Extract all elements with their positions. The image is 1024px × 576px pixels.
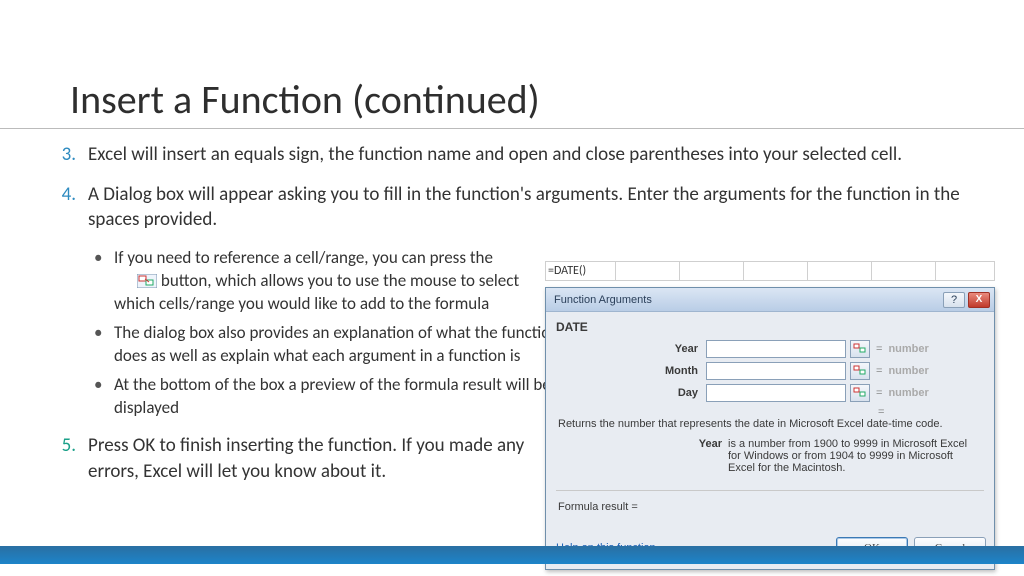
function-name: DATE: [556, 320, 984, 334]
help-icon: ?: [951, 294, 957, 306]
formula-result: Formula result =: [556, 497, 984, 523]
sub-a-post: button, which allows you to use the mous…: [114, 270, 519, 314]
sub-bullet-b: The dialog box also provides an explanat…: [90, 322, 560, 368]
argument-description: Year is a number from 1900 to 9999 in Mi…: [556, 434, 984, 482]
step-number-5: 5.: [50, 433, 76, 459]
function-arguments-dialog: Function Arguments ? X DATE Year = numbe…: [545, 287, 995, 570]
arg-input-year[interactable]: [706, 340, 846, 358]
result-eq: =: [556, 406, 984, 418]
collapse-dialog-button[interactable]: [850, 340, 870, 358]
dialog-titlebar[interactable]: Function Arguments ? X: [546, 288, 994, 312]
equals-sign: =: [876, 343, 882, 355]
collapse-dialog-icon: [853, 365, 867, 377]
step-text-3: Excel will insert an equals sign, the fu…: [88, 143, 902, 166]
step-number-3: 3.: [50, 142, 76, 168]
arg-type-day: number: [888, 387, 928, 399]
help-button[interactable]: ?: [943, 292, 965, 308]
slide-title: Insert a Function (continued): [70, 75, 540, 124]
spreadsheet-cell[interactable]: [680, 262, 744, 280]
spreadsheet-cell[interactable]: [808, 262, 872, 280]
sub-a-pre: If you need to reference a cell/range, y…: [114, 247, 493, 268]
sub-bullet-a: If you need to reference a cell/range, y…: [90, 247, 560, 316]
sub-bullet-c: At the bottom of the box a preview of th…: [90, 374, 560, 420]
spreadsheet-cell[interactable]: [744, 262, 808, 280]
spreadsheet-cell[interactable]: [936, 262, 994, 280]
arg-label-month: Month: [556, 365, 706, 377]
arg-desc-key: Year: [558, 438, 728, 474]
step-3: 3. Excel will insert an equals sign, the…: [50, 142, 974, 168]
arg-label-day: Day: [556, 387, 706, 399]
title-divider: [0, 128, 1024, 129]
step-number-4: 4.: [50, 182, 76, 208]
slide: Insert a Function (continued) 3. Excel w…: [0, 0, 1024, 576]
collapse-dialog-icon: [853, 387, 867, 399]
sub-bullets: If you need to reference a cell/range, y…: [90, 247, 560, 420]
function-description: Returns the number that represents the d…: [556, 418, 984, 434]
collapse-dialog-icon: [137, 272, 157, 286]
step-text-5: Press OK to finish inserting the functio…: [88, 434, 524, 483]
collapse-dialog-icon: [853, 343, 867, 355]
cell-with-formula[interactable]: =DATE(): [546, 262, 616, 280]
arg-label-year: Year: [556, 343, 706, 355]
excel-screenshot: =DATE() Function Arguments ? X DATE Year: [545, 261, 995, 570]
arg-type-month: number: [888, 365, 928, 377]
step-text-4: A Dialog box will appear asking you to f…: [88, 183, 960, 232]
arg-type-year: number: [888, 343, 928, 355]
arg-row-day: Day = number: [556, 384, 984, 402]
arg-input-day[interactable]: [706, 384, 846, 402]
step-4: 4. A Dialog box will appear asking you t…: [50, 182, 974, 233]
spreadsheet-cell[interactable]: [616, 262, 680, 280]
close-button[interactable]: X: [968, 292, 990, 308]
spreadsheet-row: =DATE(): [545, 261, 995, 281]
step-5: 5. Press OK to finish inserting the func…: [50, 433, 560, 484]
arg-input-month[interactable]: [706, 362, 846, 380]
equals-sign: =: [876, 365, 882, 377]
collapse-dialog-button[interactable]: [850, 384, 870, 402]
spreadsheet-cell[interactable]: [872, 262, 936, 280]
dialog-divider: [556, 490, 984, 491]
arg-row-month: Month = number: [556, 362, 984, 380]
arg-row-year: Year = number: [556, 340, 984, 358]
close-icon: X: [976, 294, 983, 305]
dialog-body: DATE Year = number Month = number Day: [546, 312, 994, 533]
arg-desc-val: is a number from 1900 to 9999 in Microso…: [728, 438, 982, 474]
slide-footer-bar: [0, 546, 1024, 564]
collapse-dialog-button[interactable]: [850, 362, 870, 380]
equals-sign: =: [876, 387, 882, 399]
dialog-title-text: Function Arguments: [554, 294, 652, 306]
window-buttons: ? X: [943, 292, 990, 308]
